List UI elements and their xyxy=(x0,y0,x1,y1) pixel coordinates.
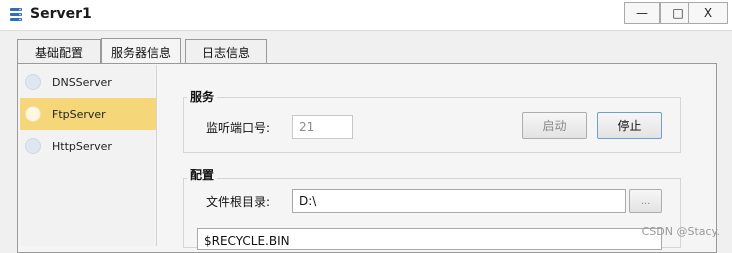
server-status-icon xyxy=(25,74,41,90)
server-item-label: HttpServer xyxy=(52,139,112,153)
config-group-title: 配置 xyxy=(187,166,218,183)
stop-button[interactable]: 停止 xyxy=(597,112,662,139)
service-group-title: 服务 xyxy=(187,88,218,105)
server-app-icon xyxy=(10,8,22,21)
minimize-icon: — xyxy=(636,6,648,20)
server-item-label: FtpServer xyxy=(52,107,106,121)
tab-label: 服务器信息 xyxy=(110,45,171,60)
server-list: DNSServer FtpServer HttpServer xyxy=(20,65,157,246)
tab-basic-config[interactable]: 基础配置 xyxy=(17,39,101,64)
server-status-icon xyxy=(25,106,41,122)
maximize-icon: □ xyxy=(672,6,684,20)
root-dir-field[interactable]: D:\ xyxy=(292,189,626,213)
server-item-ftp[interactable]: FtpServer xyxy=(20,98,156,130)
watermark: CSDN @Stacy. xyxy=(641,225,720,238)
tab-server-info[interactable]: 服务器信息 xyxy=(101,38,181,65)
port-field[interactable]: 21 xyxy=(292,115,353,139)
start-button[interactable]: 启动 xyxy=(522,112,587,139)
tab-label: 基础配置 xyxy=(34,45,83,60)
root-dir-label: 文件根目录: xyxy=(206,195,271,209)
server-status-icon xyxy=(25,138,41,154)
file-list[interactable]: $RECYCLE.BIN xyxy=(197,228,662,250)
tab-log-info[interactable]: 日志信息 xyxy=(185,39,267,64)
minimize-button[interactable]: — xyxy=(624,2,660,24)
server-item-http[interactable]: HttpServer xyxy=(20,130,156,162)
window-title: Server1 xyxy=(30,6,92,22)
browse-button[interactable]: ... xyxy=(629,189,662,213)
server-item-dns[interactable]: DNSServer xyxy=(20,66,156,98)
close-button[interactable]: X xyxy=(688,2,728,24)
close-icon: X xyxy=(703,6,713,20)
title-bar: Server1 — □ X xyxy=(0,0,732,31)
tab-label: 日志信息 xyxy=(201,45,250,60)
server-item-label: DNSServer xyxy=(52,75,112,89)
port-label: 监听端口号: xyxy=(206,121,271,135)
